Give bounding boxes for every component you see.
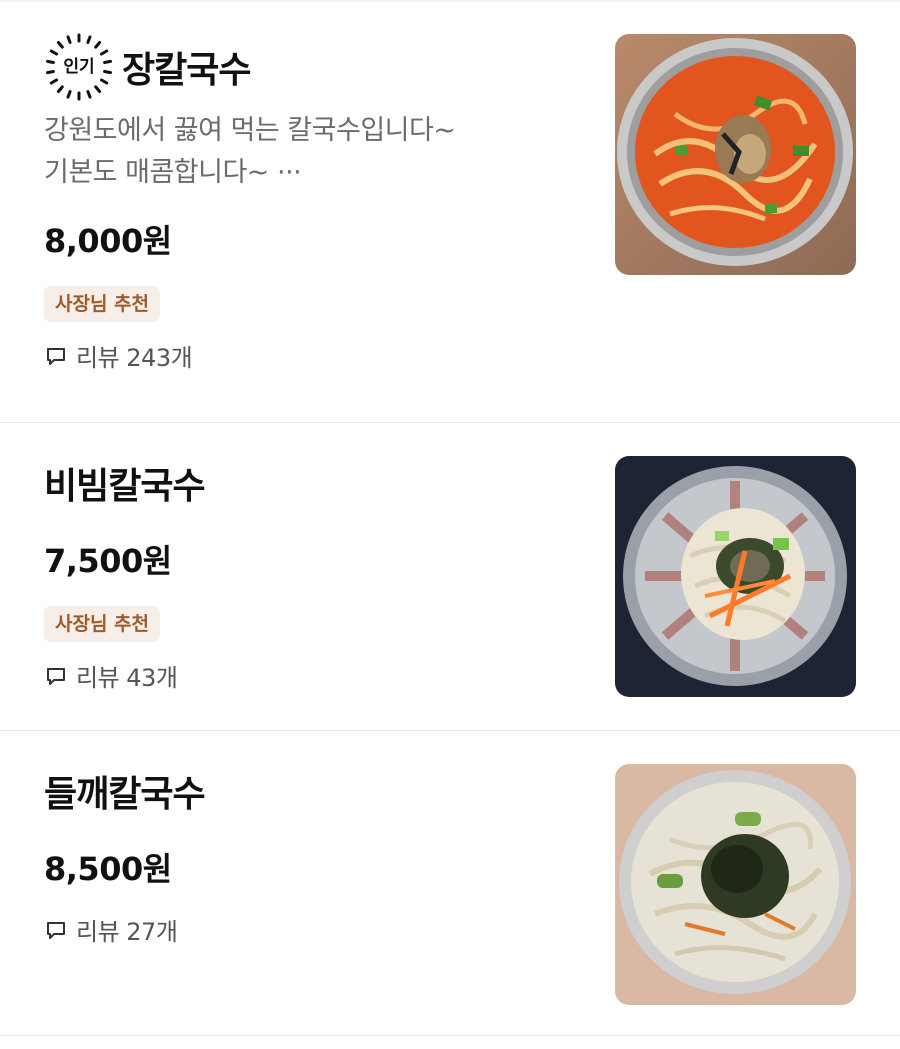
menu-item-price: 8,000원	[44, 222, 172, 260]
popular-label: 인기	[63, 57, 95, 77]
menu-list: 인기 장칼국수 강원도에서 끓여 먹는 칼국수입니다~ 기본도 매콤합니다~ ·…	[0, 2, 900, 1036]
review-count: 리뷰 27개	[44, 912, 584, 947]
menu-item-price: 8,500원	[44, 850, 172, 888]
badge-row: 사장님 추천	[44, 606, 584, 642]
speech-bubble-icon	[47, 667, 65, 685]
mixed-noodle-photo	[615, 456, 856, 697]
menu-item-description: 강원도에서 끓여 먹는 칼국수입니다~ 기본도 매콤합니다~ ···	[44, 110, 584, 194]
menu-item-description-line: 강원도에서 끓여 먹는 칼국수입니다~	[44, 115, 456, 146]
review-count: 리뷰 243개	[44, 338, 584, 373]
menu-item-bibim-kalguksu[interactable]: 비빔칼국수 7,500원 사장님 추천 리뷰 43개	[0, 423, 900, 731]
owner-recommend-badge: 사장님 추천	[44, 286, 161, 322]
perilla-noodle-soup-photo	[615, 764, 856, 1005]
menu-item-info: 비빔칼국수 7,500원 사장님 추천 리뷰 43개	[44, 423, 584, 693]
speech-bubble-icon	[47, 921, 65, 939]
menu-item-deulkkae-kalguksu[interactable]: 들깨칼국수 8,500원 리뷰 27개	[0, 731, 900, 1036]
badge-row: 사장님 추천	[44, 286, 584, 322]
menu-item-price: 7,500원	[44, 542, 172, 580]
review-count-label: 리뷰 243개	[76, 344, 193, 372]
menu-item-jang-kalguksu[interactable]: 인기 장칼국수 강원도에서 끓여 먹는 칼국수입니다~ 기본도 매콤합니다~ ·…	[0, 2, 900, 423]
review-count-label: 리뷰 43개	[76, 664, 178, 692]
menu-item-name: 비빔칼국수	[44, 466, 206, 507]
review-count-label: 리뷰 27개	[76, 918, 178, 946]
speech-bubble-icon	[47, 347, 65, 365]
menu-item-name: 들깨칼국수	[44, 774, 206, 815]
menu-item-description-line: 기본도 매콤합니다~ ···	[44, 157, 302, 188]
popular-badge: 인기	[44, 32, 114, 102]
review-count: 리뷰 43개	[44, 658, 584, 693]
menu-item-info: 인기 장칼국수 강원도에서 끓여 먹는 칼국수입니다~ 기본도 매콤합니다~ ·…	[44, 2, 584, 373]
menu-item-info: 들깨칼국수 8,500원 리뷰 27개	[44, 731, 584, 947]
menu-item-title-row: 인기 장칼국수	[44, 32, 584, 102]
menu-item-name: 장칼국수	[122, 50, 251, 91]
spicy-noodle-soup-photo	[615, 34, 856, 275]
owner-recommend-badge: 사장님 추천	[44, 606, 161, 642]
